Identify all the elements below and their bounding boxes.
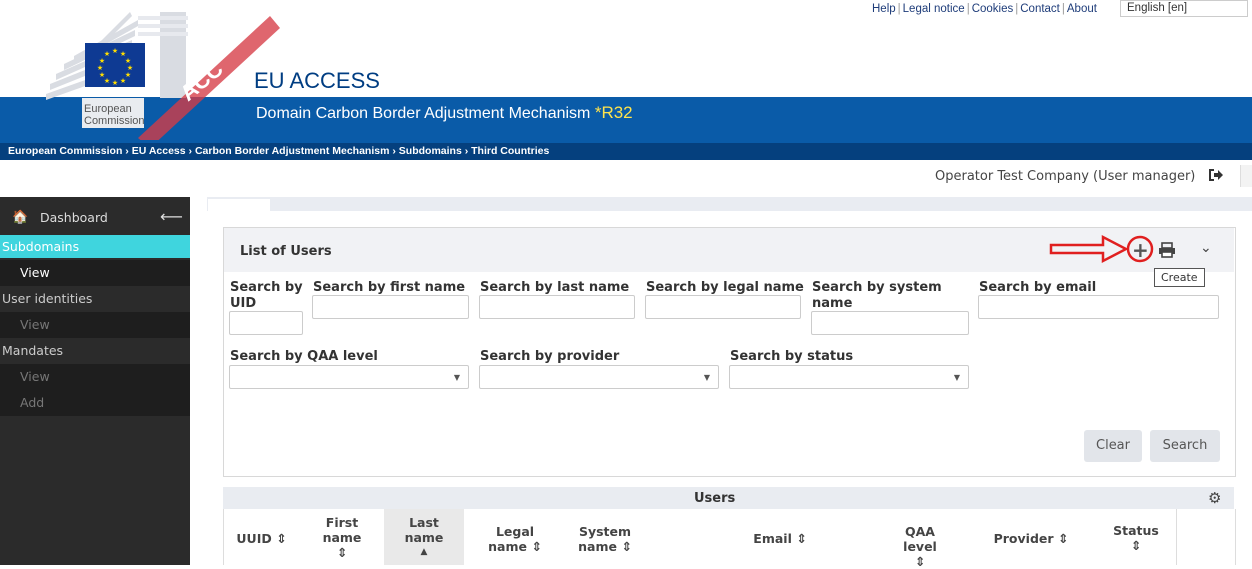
sidebar-item-mandates-add[interactable]: Add [0, 390, 190, 416]
column-last-name[interactable]: Last name ▲ [384, 509, 464, 565]
clear-button[interactable]: Clear [1084, 430, 1142, 462]
column-legal-name[interactable]: Legal name ⇕ [470, 509, 560, 565]
sort-icon: ⇕ [914, 554, 926, 569]
panel-title: List of Users [240, 244, 332, 259]
domain-name: Domain Carbon Border Adjustment Mechanis… [256, 105, 591, 122]
label-search-legal-name: Search by legal name [646, 280, 804, 295]
users-table-title: Users [694, 491, 736, 506]
tab-strip [207, 197, 1252, 211]
dropdown-caret-icon: ▼ [453, 373, 460, 382]
contact-link[interactable]: Contact [1020, 3, 1060, 15]
top-links: Help | Legal notice | Cookies | Contact | About [872, 3, 1097, 15]
cookies-link[interactable]: Cookies [972, 3, 1014, 15]
sort-icon: ⇕ [531, 539, 542, 554]
search-qaa-select[interactable]: ▼ [229, 365, 469, 389]
label-search-qaa: Search by QAA level [230, 349, 378, 364]
svg-text:★: ★ [99, 71, 105, 79]
column-provider[interactable]: Provider ⇕ [976, 509, 1086, 565]
column-label: Email [753, 531, 792, 546]
breadcrumb-item[interactable]: Subdomains [399, 145, 462, 157]
column-label: Status [1113, 523, 1159, 538]
sort-icon: ⇕ [336, 545, 348, 560]
breadcrumb-item[interactable]: EU Access [132, 145, 186, 157]
label-search-provider: Search by provider [480, 349, 620, 364]
help-link[interactable]: Help [872, 3, 896, 15]
column-label: Legal name [488, 524, 535, 554]
column-label: First name [322, 515, 362, 545]
search-status-select[interactable]: ▼ [729, 365, 969, 389]
sidebar-item-mandates[interactable]: Mandates [0, 338, 190, 364]
print-icon[interactable] [1158, 242, 1176, 258]
search-first-name-input[interactable] [312, 295, 469, 319]
label-search-last-name: Search by last name [480, 280, 630, 295]
label-search-system-name: Search by system name [812, 280, 942, 311]
column-label: Provider [993, 531, 1054, 546]
column-status[interactable]: Status ⇕ [1096, 509, 1176, 565]
sort-icon: ⇕ [1130, 538, 1142, 553]
svg-text:★: ★ [97, 64, 103, 72]
column-label: UUID [236, 531, 272, 546]
sidebar-item-user-identities-view[interactable]: View [0, 312, 190, 338]
column-label: Last name [404, 515, 444, 545]
search-email-input[interactable] [978, 295, 1219, 319]
sort-asc-icon: ▲ [420, 547, 428, 557]
right-edge-tab [1240, 165, 1252, 187]
column-email[interactable]: Email ⇕ [650, 509, 910, 565]
column-first-name[interactable]: First name ⇕ [302, 509, 382, 565]
app-subtitle: Domain Carbon Border Adjustment Mechanis… [256, 103, 633, 123]
logout-icon[interactable] [1208, 168, 1224, 182]
home-icon: 🏠 [12, 210, 29, 225]
sort-icon: ⇕ [1057, 531, 1069, 546]
search-button[interactable]: Search [1150, 430, 1220, 462]
column-uuid[interactable]: UUID ⇕ [224, 509, 299, 565]
column-system-name[interactable]: System name ⇕ [560, 509, 650, 565]
sidebar-item-mandates-view[interactable]: View [0, 364, 190, 390]
svg-text:★: ★ [112, 79, 118, 87]
release-badge: *R32 [594, 103, 633, 122]
label-search-uid: Search by UID [230, 280, 303, 311]
column-qaa-level[interactable]: QAA level ⇕ [880, 509, 960, 569]
current-user[interactable]: Operator Test Company (User manager) [935, 169, 1195, 184]
about-link[interactable]: About [1067, 3, 1097, 15]
sort-icon: ⇕ [621, 539, 632, 554]
sidebar-item-subdomains[interactable]: Subdomains [0, 235, 190, 258]
sidebar-dashboard[interactable]: 🏠 Dashboard ⟵ [0, 205, 190, 231]
breadcrumb-item: Third Countries [471, 145, 550, 157]
tab-active[interactable] [208, 199, 270, 213]
language-select[interactable]: English [en] [1120, 0, 1248, 17]
label-search-email: Search by email [979, 280, 1097, 295]
search-legal-name-input[interactable] [645, 295, 801, 319]
search-uid-input[interactable] [229, 311, 303, 335]
sidebar-dashboard-label: Dashboard [40, 210, 108, 225]
column-divider [1176, 509, 1177, 565]
legal-notice-link[interactable]: Legal notice [903, 3, 965, 15]
create-plus-icon[interactable]: + [1132, 238, 1149, 262]
search-last-name-input[interactable] [479, 295, 635, 319]
sort-icon: ⇕ [796, 531, 807, 546]
search-provider-select[interactable]: ▼ [479, 365, 719, 389]
sort-icon: ⇕ [276, 531, 287, 546]
svg-text:★: ★ [112, 47, 118, 55]
sidebar-item-user-identities[interactable]: User identities [0, 286, 190, 312]
svg-text:★: ★ [99, 57, 105, 65]
collapse-arrow-icon[interactable]: ⟵ [160, 204, 183, 230]
breadcrumb: European Commission › EU Access › Carbon… [8, 145, 550, 157]
create-tooltip: Create [1154, 268, 1205, 287]
label-search-first-name: Search by first name [313, 280, 466, 295]
label-search-status: Search by status [730, 349, 854, 364]
search-system-name-input[interactable] [811, 311, 969, 335]
dropdown-caret-icon: ▼ [703, 373, 710, 382]
sidebar-item-subdomains-view[interactable]: View [0, 260, 190, 286]
breadcrumb-item[interactable]: Carbon Border Adjustment Mechanism [195, 145, 389, 157]
chevron-down-icon[interactable]: ⌄ [1200, 240, 1212, 256]
dropdown-caret-icon: ▼ [953, 373, 960, 382]
column-label: QAA level [903, 524, 937, 554]
gear-icon[interactable]: ⚙ [1208, 489, 1221, 507]
svg-text:★: ★ [104, 50, 110, 58]
breadcrumb-item[interactable]: European Commission [8, 145, 122, 157]
app-title: EU ACCESS [254, 68, 380, 93]
